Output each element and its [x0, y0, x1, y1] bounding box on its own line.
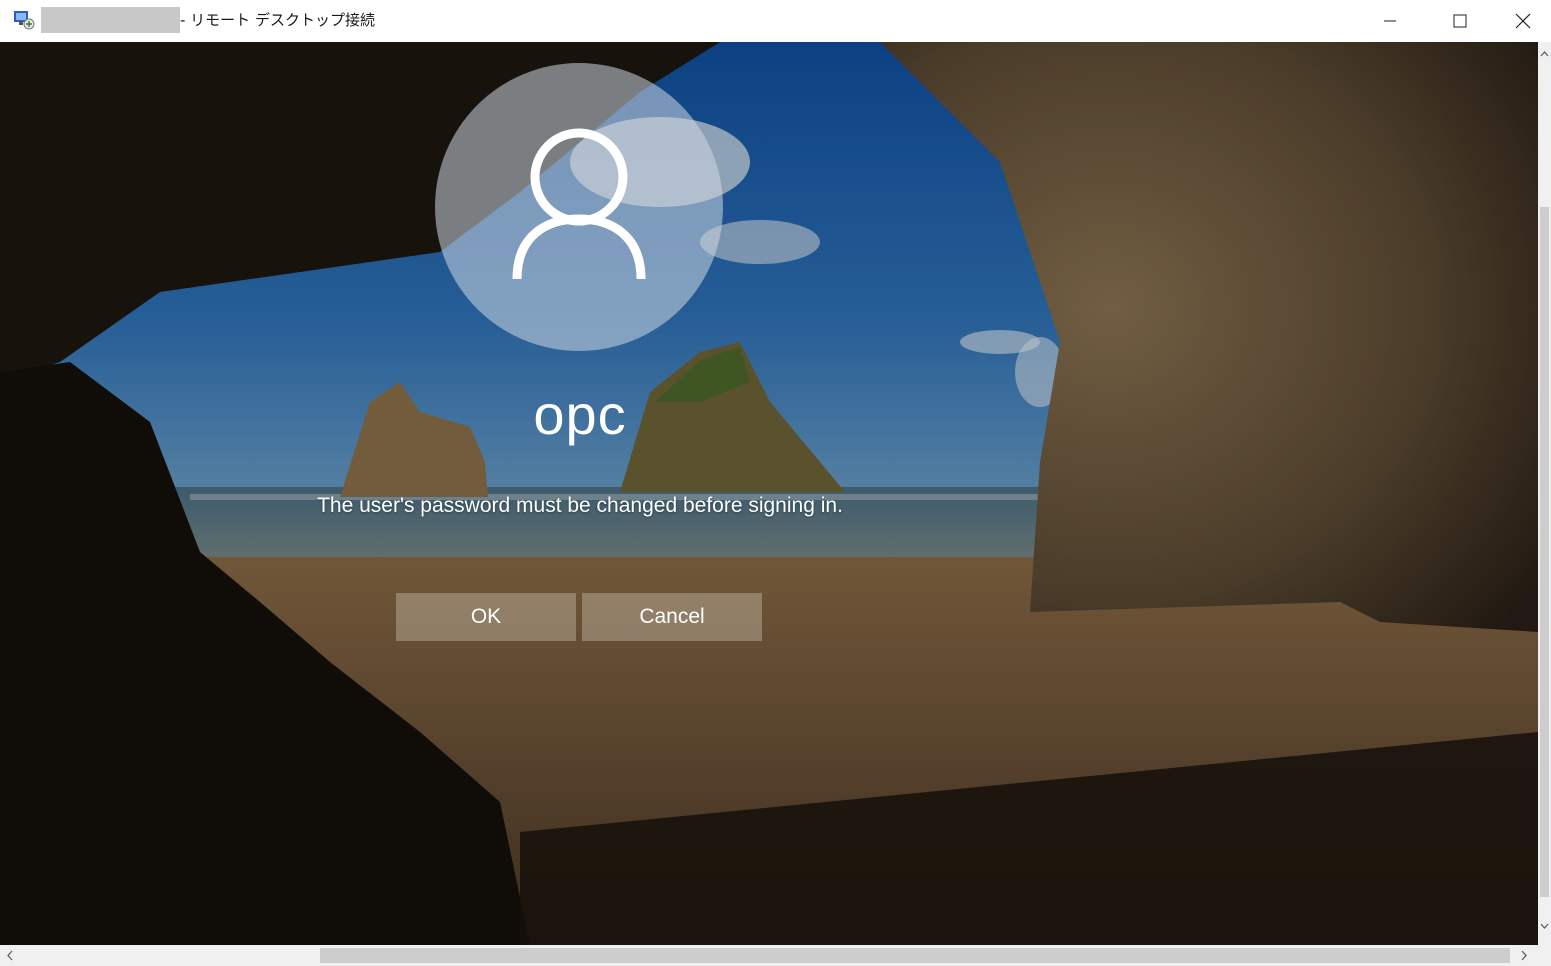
- horizontal-scrollbar[interactable]: [0, 945, 1538, 966]
- username-label: opc: [533, 383, 627, 446]
- scroll-left-icon[interactable]: [6, 950, 14, 961]
- scroll-right-icon[interactable]: [1520, 950, 1528, 961]
- remote-desktop-viewport[interactable]: opc The user's password must be changed …: [0, 42, 1538, 945]
- title-bar: - リモート デスクトップ接続: [0, 0, 1551, 42]
- vertical-scrollbar[interactable]: [1538, 42, 1551, 945]
- user-icon: [512, 128, 646, 280]
- close-button[interactable]: [1495, 0, 1551, 42]
- vertical-scroll-thumb[interactable]: [1540, 207, 1549, 897]
- scroll-up-icon[interactable]: [1540, 50, 1549, 58]
- window-title: - リモート デスクトップ接続: [180, 11, 375, 29]
- password-change-message: The user's password must be changed befo…: [317, 494, 843, 517]
- minimize-icon: [1384, 20, 1396, 22]
- remote-desktop-icon[interactable]: [12, 8, 36, 32]
- horizontal-scroll-thumb[interactable]: [320, 948, 1510, 963]
- maximize-icon: [1453, 14, 1467, 28]
- close-icon: [1515, 13, 1531, 29]
- ok-button[interactable]: OK: [396, 593, 576, 641]
- user-avatar: [435, 63, 723, 351]
- redacted-hostname: [41, 7, 180, 33]
- maximize-button[interactable]: [1425, 0, 1495, 42]
- scrollbar-corner: [1538, 945, 1551, 966]
- cancel-button[interactable]: Cancel: [582, 593, 762, 641]
- minimize-button[interactable]: [1355, 0, 1425, 42]
- scroll-down-icon[interactable]: [1540, 922, 1549, 930]
